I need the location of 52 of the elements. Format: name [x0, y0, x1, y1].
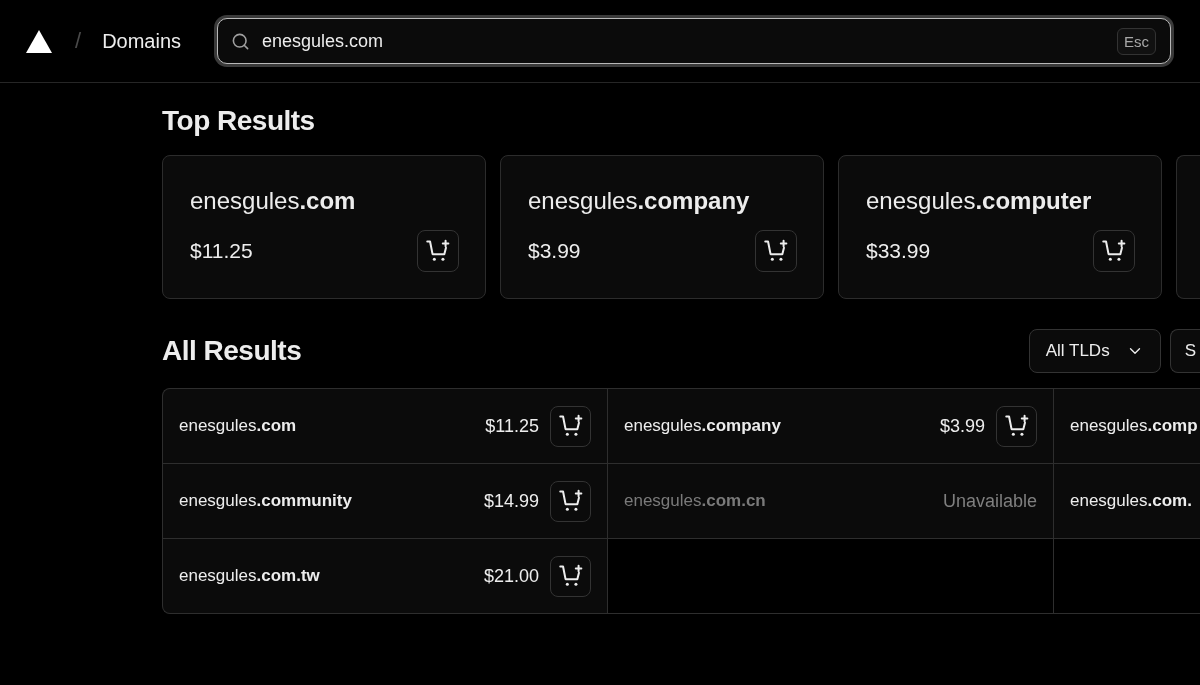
domain-name: enesgules.com [190, 186, 356, 216]
domain-price: $3.99 [528, 239, 581, 263]
result-card[interactable]: enesgules.computer $33.99 [838, 155, 1162, 299]
add-to-cart-button[interactable] [550, 480, 591, 522]
cart-plus-icon [426, 239, 450, 263]
result-cell[interactable]: enesgules.com.tw $21.00 [163, 539, 607, 613]
cart-plus-icon [1004, 414, 1029, 438]
domain-name: enesgules.com [179, 416, 297, 436]
search-field[interactable]: enesgules.com Esc [217, 18, 1171, 64]
domain-price: $33.99 [866, 239, 931, 263]
section-heading: All Results [162, 334, 302, 368]
page-title: Domains [102, 29, 182, 53]
add-to-cart-button[interactable] [417, 230, 459, 272]
domain-name: enesgules.company [624, 416, 781, 436]
add-to-cart-button[interactable] [996, 405, 1037, 447]
domain-name: enesgules.community [179, 491, 352, 511]
result-cell[interactable]: enesgules.com.cn Unavailable [608, 464, 1053, 538]
search-icon [231, 31, 251, 51]
result-cell[interactable]: enesgules.comp [1054, 389, 1200, 463]
add-to-cart-button[interactable] [550, 555, 591, 597]
cart-plus-icon [558, 414, 583, 438]
tld-filter-dropdown[interactable]: All TLDs [1028, 329, 1161, 373]
domain-name: enesgules.comp [1070, 416, 1198, 436]
result-cell[interactable]: enesgules.company $3.99 [608, 389, 1053, 463]
domain-price: $21.00 [483, 565, 539, 587]
cart-plus-icon [558, 489, 583, 513]
domain-name: enesgules.computer [866, 186, 1092, 216]
add-to-cart-button[interactable] [755, 230, 797, 272]
esc-key[interactable]: Esc [1117, 27, 1156, 55]
filter-button[interactable]: S [1169, 329, 1200, 373]
domain-price: $3.99 [939, 415, 985, 437]
result-cell[interactable]: enesgules.com. [1054, 464, 1200, 538]
availability-status: Unavailable [942, 490, 1037, 512]
add-to-cart-button[interactable] [550, 405, 591, 447]
domain-price: $14.99 [483, 490, 539, 512]
add-to-cart-button[interactable] [1093, 230, 1135, 272]
domain-price: $11.25 [485, 415, 539, 437]
triangle-logo-icon[interactable] [26, 29, 52, 53]
cart-plus-icon [1102, 239, 1126, 263]
domain-name: enesgules.com. [1070, 491, 1192, 511]
section-heading: Top Results [162, 104, 315, 138]
cart-plus-icon [764, 239, 788, 263]
result-card[interactable]: enesgules.com $11.25 [162, 155, 486, 299]
cart-plus-icon [558, 564, 583, 588]
breadcrumb-separator: / [75, 28, 82, 54]
domain-name: enesgules.com.cn [624, 491, 766, 511]
domain-name: enesgules.company [528, 186, 750, 216]
result-cell[interactable]: enesgules.community $14.99 [163, 464, 607, 538]
domain-price: $11.25 [190, 239, 253, 263]
domain-name: enesgules.com.tw [179, 566, 320, 586]
result-card[interactable]: enesgules.company $3.99 [500, 155, 824, 299]
result-cell[interactable]: enesgules.com $11.25 [163, 389, 607, 463]
